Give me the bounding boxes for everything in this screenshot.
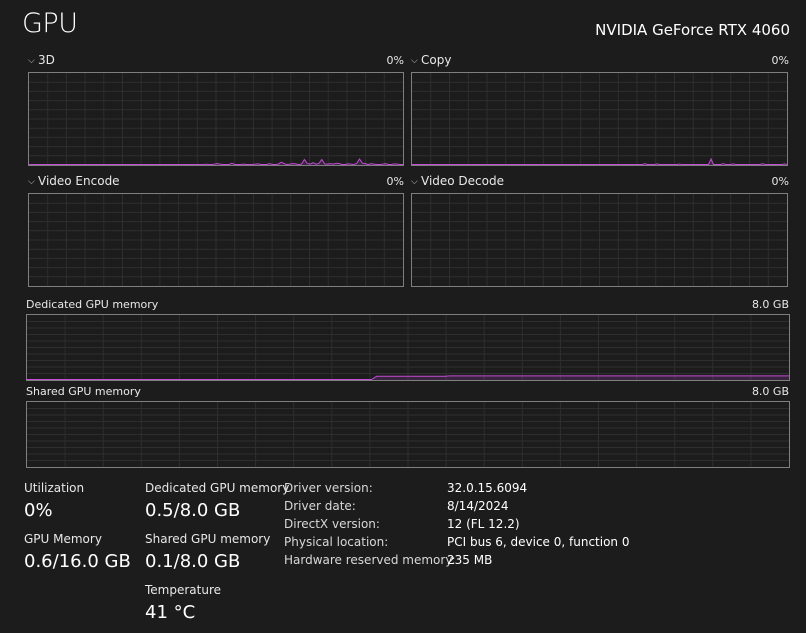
engine-label: Video Encode: [38, 174, 120, 188]
engine-percent: 0%: [771, 54, 789, 67]
engine-graph-video-encode-svg: [29, 194, 403, 286]
engine-label: Copy: [421, 53, 452, 67]
engine-graph-3d: [28, 72, 404, 166]
shared-memory-graph-svg: [27, 402, 789, 467]
shared-memory-graph-max: 8.0 GB: [751, 385, 789, 398]
temperature-value: 41 °C: [145, 602, 196, 623]
reserved-memory-key: Hardware reserved memory:: [284, 553, 456, 567]
dedicated-memory-graph-label: Dedicated GPU memory: [26, 298, 159, 311]
shared-memory-label: Shared GPU memory: [145, 532, 271, 546]
directx-version-value: 12 (FL 12.2): [447, 517, 520, 531]
driver-version-value: 32.0.15.6094: [447, 481, 528, 495]
engine-selector-copy[interactable]: ⌵ Copy: [411, 53, 451, 67]
shared-memory-value: 0.1/8.0 GB: [145, 551, 241, 572]
engine-percent: 0%: [386, 175, 404, 188]
physical-location-value: PCI bus 6, device 0, function 0: [447, 535, 630, 549]
engine-graph-3d-svg: [29, 73, 403, 165]
engine-selector-video-encode[interactable]: ⌵ Video Encode: [28, 174, 120, 188]
chevron-down-icon: ⌵: [28, 56, 35, 66]
shared-memory-graph: [26, 401, 790, 468]
reserved-memory-value: 235 MB: [447, 553, 493, 567]
engine-selector-video-decode[interactable]: ⌵ Video Decode: [411, 174, 504, 188]
chevron-down-icon: ⌵: [411, 177, 418, 187]
engine-label: 3D: [38, 53, 55, 67]
shared-memory-graph-label: Shared GPU memory: [26, 385, 141, 398]
gpu-device-name: NVIDIA GeForce RTX 4060: [595, 21, 790, 39]
utilization-label: Utilization: [24, 481, 85, 495]
engine-percent: 0%: [386, 54, 404, 67]
driver-date-key: Driver date:: [284, 499, 356, 513]
chevron-down-icon: ⌵: [411, 56, 418, 66]
gpu-memory-label: GPU Memory: [24, 532, 102, 546]
dedicated-memory-graph-svg: [27, 315, 789, 380]
page-title: GPU: [22, 8, 78, 39]
temperature-label: Temperature: [145, 583, 222, 597]
gpu-memory-value: 0.6/16.0 GB: [24, 551, 131, 572]
dedicated-memory-value: 0.5/8.0 GB: [145, 500, 241, 521]
engine-percent: 0%: [771, 175, 789, 188]
driver-date-value: 8/14/2024: [447, 499, 509, 513]
utilization-value: 0%: [24, 500, 53, 521]
engine-graph-video-decode-svg: [412, 194, 787, 286]
dedicated-memory-graph: [26, 314, 790, 381]
engine-graph-copy-svg: [412, 73, 787, 165]
engine-label: Video Decode: [421, 174, 504, 188]
physical-location-key: Physical location:: [284, 535, 389, 549]
engine-graph-video-decode: [411, 193, 788, 287]
directx-version-key: DirectX version:: [284, 517, 380, 531]
dedicated-memory-graph-max: 8.0 GB: [751, 298, 789, 311]
driver-version-key: Driver version:: [284, 481, 373, 495]
engine-graph-video-encode: [28, 193, 404, 287]
dedicated-memory-label: Dedicated GPU memory: [145, 481, 290, 495]
engine-graph-copy: [411, 72, 788, 166]
chevron-down-icon: ⌵: [28, 177, 35, 187]
engine-selector-3d[interactable]: ⌵ 3D: [28, 53, 55, 67]
